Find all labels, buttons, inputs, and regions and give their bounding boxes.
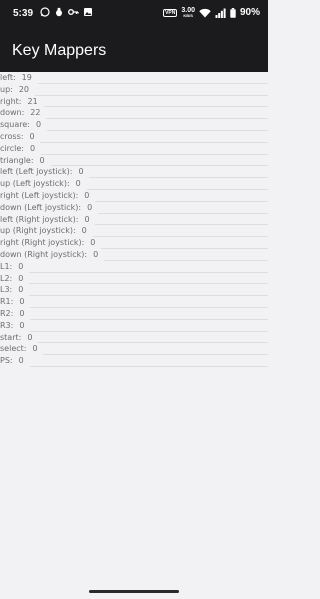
mapping-value[interactable]: 19 [22, 72, 32, 84]
mapping-value[interactable]: 0 [93, 249, 98, 261]
battery-icon [230, 7, 236, 18]
mapping-value[interactable]: 0 [32, 343, 37, 355]
mapping-row[interactable]: L3: 0 [0, 284, 268, 297]
row-divider [30, 365, 268, 367]
mapping-label: R1: [0, 297, 14, 307]
network-speed-unit: KB/S [183, 13, 193, 18]
mapping-row[interactable]: cross: 0 [0, 131, 268, 143]
mapping-label: right: [0, 96, 22, 106]
network-speed: 3.00 KB/S [181, 7, 195, 18]
gesture-nav-handle[interactable] [89, 590, 179, 593]
mapping-row[interactable]: L1: 0 [0, 261, 268, 273]
mapping-value[interactable]: 0 [76, 178, 81, 190]
mapping-label: L2: [0, 273, 13, 283]
mapping-row[interactable]: R2: 0 [0, 308, 268, 320]
mapping-value[interactable]: 0 [90, 237, 95, 249]
mapping-value[interactable]: 0 [18, 261, 23, 273]
mapping-label: left: [0, 73, 16, 82]
mapping-label: PS: [0, 356, 13, 366]
signal-icon [215, 8, 226, 18]
gallery-icon [84, 8, 92, 16]
mapping-label: down: [0, 108, 25, 118]
mapping-row[interactable]: square: 0 [0, 119, 268, 131]
mapping-label: down (Right joystick): [0, 249, 88, 259]
status-notification-icons [40, 7, 93, 17]
bug-icon [56, 7, 62, 17]
mapping-row[interactable]: left: 19 [0, 72, 268, 84]
mapping-value[interactable]: 0 [84, 190, 89, 202]
mapping-row[interactable]: triangle: 0 [0, 155, 268, 167]
mapping-label: R3: [0, 320, 14, 330]
mapping-label: up: [0, 84, 13, 94]
mapping-row[interactable]: L2: 0 [0, 273, 268, 285]
mapping-label: triangle: [0, 155, 34, 165]
mapping-value[interactable]: 0 [18, 273, 23, 285]
status-system-icons: VPN 3.00 KB/S 90% [163, 7, 260, 18]
mapping-label: left (Right joystick): [0, 214, 79, 224]
mapping-value[interactable]: 21 [28, 96, 38, 108]
status-time: 5:39 [13, 8, 34, 19]
mapping-value[interactable]: 0 [87, 202, 92, 214]
mapping-value[interactable]: 0 [19, 320, 24, 332]
mapping-value[interactable]: 0 [36, 119, 41, 131]
mapping-label: up (Right joystick): [0, 226, 76, 236]
mapping-label: select: [0, 344, 27, 354]
mapping-value[interactable]: 0 [30, 143, 35, 155]
battery-percentage: 90% [239, 7, 260, 18]
mapping-label: circle: [0, 143, 24, 153]
mapping-value[interactable]: 0 [19, 355, 24, 367]
mapping-row[interactable]: up: 20 [0, 84, 268, 96]
mapping-row[interactable]: start: 0 [0, 332, 268, 344]
mapping-row[interactable]: up (Right joystick): 0 [0, 225, 268, 238]
mapping-value[interactable]: 0 [19, 296, 24, 308]
mapping-value[interactable]: 0 [84, 214, 89, 226]
mapping-row[interactable]: R3: 0 [0, 320, 268, 332]
mapping-row[interactable]: down: 22 [0, 107, 268, 120]
mapping-row[interactable]: right (Left joystick): 0 [0, 190, 268, 202]
mapping-value[interactable]: 22 [30, 107, 40, 119]
mapping-row[interactable]: left (Right joystick): 0 [0, 214, 268, 226]
mapping-row[interactable]: PS: 0 [0, 355, 268, 367]
mapping-row[interactable]: down (Left joystick): 0 [0, 202, 268, 214]
mapping-value[interactable]: 0 [82, 225, 87, 237]
mapping-label: R2: [0, 308, 14, 318]
mapping-label: up (Left joystick): [0, 179, 70, 189]
mapping-value[interactable]: 0 [18, 284, 23, 296]
mapping-row[interactable]: select: 0 [0, 343, 268, 356]
mapping-label: L3: [0, 285, 13, 295]
mapping-label: cross: [0, 131, 24, 141]
mapping-label: L1: [0, 261, 13, 271]
mapping-value[interactable]: 0 [40, 155, 45, 167]
whatsapp-icon [40, 7, 50, 17]
mapping-label: left (Left joystick): [0, 167, 73, 177]
app-title: Key Mappers [12, 42, 107, 59]
key-mapping-list: left: 19 up: 20 right: 21 down: 22 square: 0 cross… [0, 72, 268, 367]
mapping-label: right (Right joystick): [0, 238, 85, 248]
wifi-icon [199, 8, 211, 17]
mapping-value[interactable]: 0 [27, 332, 32, 344]
mapping-row[interactable]: left (Left joystick): 0 [0, 166, 268, 179]
mapping-label: down (Left joystick): [0, 202, 82, 212]
mapping-value[interactable]: 0 [78, 166, 83, 178]
status-bar: 5:39 VPN 3.00 KB/S 90% [0, 0, 268, 26]
mapping-row[interactable]: R1: 0 [0, 296, 268, 308]
mapping-label: right (Left joystick): [0, 190, 79, 200]
key-icon [68, 9, 79, 15]
vpn-icon: VPN [163, 8, 178, 17]
app-bar: Key Mappers [0, 26, 268, 72]
mapping-row[interactable]: up (Left joystick): 0 [0, 178, 268, 190]
mapping-label: square: [0, 120, 30, 130]
mapping-row[interactable]: right (Right joystick): 0 [0, 237, 268, 249]
mapping-row[interactable]: right: 21 [0, 96, 268, 108]
mapping-value[interactable]: 20 [19, 84, 29, 96]
mapping-row[interactable]: down (Right joystick): 0 [0, 249, 268, 261]
mapping-row[interactable]: circle: 0 [0, 143, 268, 155]
mapping-value[interactable]: 0 [19, 308, 24, 320]
mapping-value[interactable]: 0 [29, 131, 34, 143]
mapping-label: start: [0, 332, 22, 342]
